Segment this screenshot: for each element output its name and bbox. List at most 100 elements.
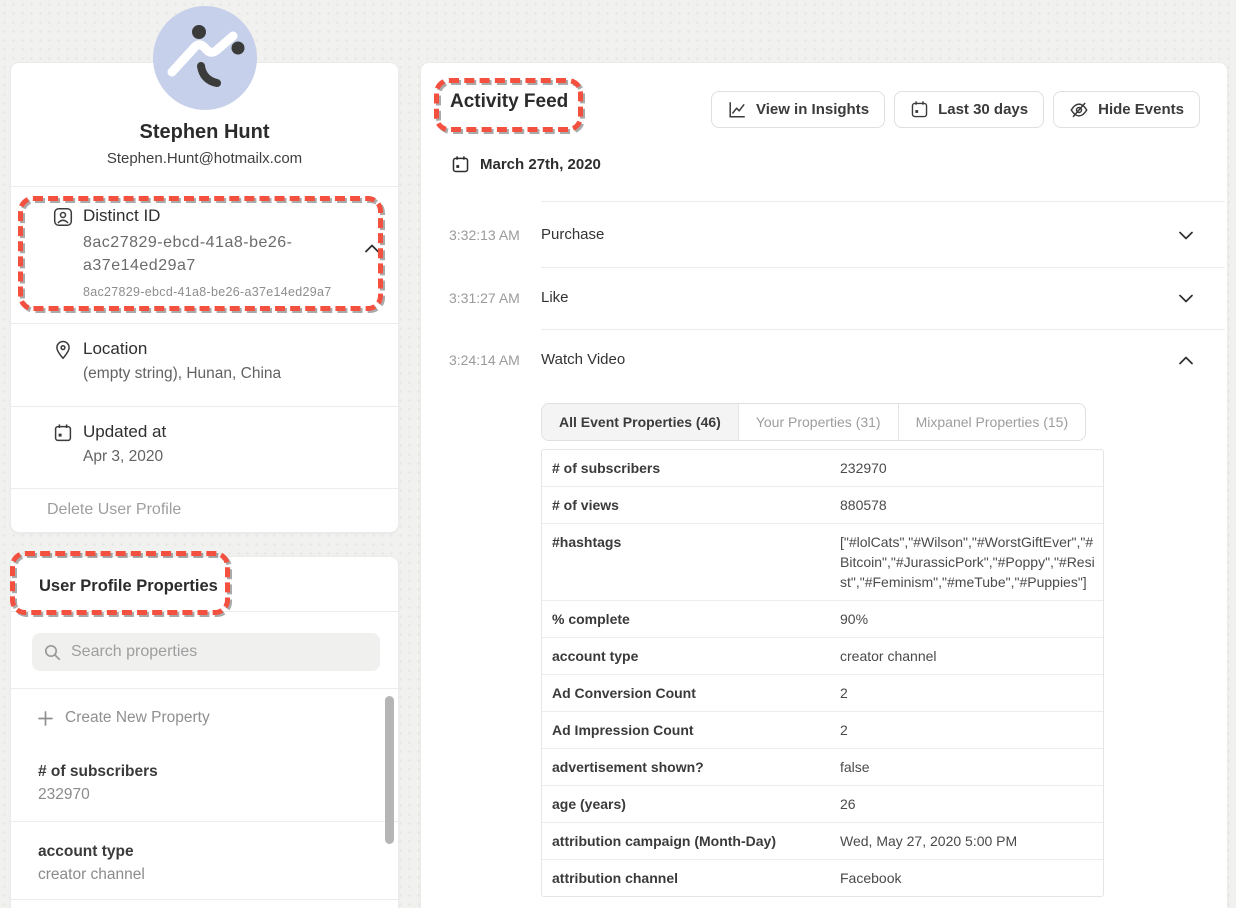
property-value: creator channel: [840, 638, 1103, 674]
properties-panel-title: User Profile Properties: [39, 577, 218, 596]
tab-mixpanel-properties[interactable]: Mixpanel Properties (15): [898, 404, 1086, 440]
calendar-icon: [451, 155, 470, 174]
chevron-down-icon[interactable]: [1179, 294, 1193, 303]
divider: [541, 329, 1225, 330]
property-name: account type: [38, 843, 134, 861]
divider: [11, 406, 398, 407]
property-value: Wed, May 27, 2020 5:00 PM: [840, 823, 1103, 859]
date-range-label: Last 30 days: [938, 101, 1028, 118]
property-name: # of subscribers: [38, 763, 158, 781]
property-value: 880578: [840, 487, 1103, 523]
activity-feed-card: Activity Feed View in Insights Last 30: [420, 62, 1228, 908]
distinct-id-badge-icon: [53, 207, 73, 227]
date-range-button[interactable]: Last 30 days: [894, 91, 1044, 128]
distinct-id-sub-value: 8ac27829-ebcd-41a8-be26-a37e14ed29a7: [83, 285, 332, 299]
event-properties-tabs: All Event Properties (46) Your Propertie…: [541, 403, 1086, 441]
property-value: ["#lolCats","#Wilson","#WorstGiftEver","…: [840, 524, 1103, 600]
scrollbar-thumb[interactable]: [385, 696, 394, 844]
table-row: attribution campaign (Month-Day) Wed, Ma…: [542, 823, 1103, 860]
property-label: # of subscribers: [542, 450, 840, 486]
tab-your-properties[interactable]: Your Properties (31): [738, 404, 898, 440]
property-value: Facebook: [840, 860, 1103, 896]
property-label: advertisement shown?: [542, 749, 840, 785]
view-in-insights-button[interactable]: View in Insights: [711, 91, 885, 128]
property-label: attribution channel: [542, 860, 840, 896]
divider: [11, 899, 398, 900]
calendar-icon: [53, 423, 73, 443]
search-properties-input[interactable]: [71, 643, 351, 661]
hide-events-label: Hide Events: [1098, 101, 1184, 118]
property-label: account type: [542, 638, 840, 674]
search-icon: [44, 644, 61, 661]
event-time: 3:31:27 AM: [449, 290, 534, 306]
table-row: #hashtags ["#lolCats","#Wilson","#WorstG…: [542, 524, 1103, 601]
create-new-property-button[interactable]: Create New Property: [38, 709, 210, 727]
property-value: false: [840, 749, 1103, 785]
plus-icon: [38, 711, 53, 726]
property-value: 232970: [38, 786, 90, 804]
property-value: 232970: [840, 450, 1103, 486]
event-name: Purchase: [541, 226, 604, 243]
location-pin-icon: [53, 340, 73, 360]
create-new-property-label: Create New Property: [65, 709, 210, 727]
property-value: creator channel: [38, 866, 145, 884]
user-profile-card: Stephen Hunt Stephen.Hunt@hotmailx.com D…: [10, 62, 399, 533]
location-value: (empty string), Hunan, China: [83, 365, 281, 383]
feed-date-header: March 27th, 2020: [451, 155, 601, 174]
property-label: #hashtags: [542, 524, 840, 600]
property-label: % complete: [542, 601, 840, 637]
table-row: # of subscribers 232970: [542, 450, 1103, 487]
table-row: % complete 90%: [542, 601, 1103, 638]
property-value: 90%: [840, 601, 1103, 637]
eye-off-icon: [1069, 100, 1089, 120]
event-time: 3:32:13 AM: [449, 227, 534, 243]
hide-events-button[interactable]: Hide Events: [1053, 91, 1200, 128]
event-name: Like: [541, 289, 569, 306]
divider: [11, 688, 398, 689]
property-value: 26: [840, 786, 1103, 822]
avatar: [153, 6, 257, 110]
tab-all-event-properties[interactable]: All Event Properties (46): [542, 404, 738, 440]
profile-email: Stephen.Hunt@hotmailx.com: [11, 150, 398, 167]
event-time: 3:24:14 AM: [449, 352, 534, 368]
table-row: Ad Impression Count 2: [542, 712, 1103, 749]
line-chart-icon: [727, 100, 747, 120]
property-value: 2: [840, 712, 1103, 748]
user-profile-properties-card: User Profile Properties Create New Prope…: [10, 556, 399, 908]
divider: [11, 323, 398, 324]
table-row: advertisement shown? false: [542, 749, 1103, 786]
updated-at-label: Updated at: [83, 422, 166, 442]
table-row: Ad Conversion Count 2: [542, 675, 1103, 712]
calendar-icon: [910, 100, 929, 119]
location-label: Location: [83, 339, 147, 359]
table-row: # of views 880578: [542, 487, 1103, 524]
divider: [541, 267, 1225, 268]
feed-toolbar: View in Insights Last 30 days: [711, 91, 1200, 128]
view-in-insights-label: View in Insights: [756, 101, 869, 118]
property-label: Ad Impression Count: [542, 712, 840, 748]
divider: [541, 201, 1225, 202]
activity-feed-title: Activity Feed: [450, 91, 568, 113]
table-row: attribution channel Facebook: [542, 860, 1103, 896]
event-name: Watch Video: [541, 351, 625, 368]
event-properties-table: # of subscribers 232970 # of views 88057…: [541, 449, 1104, 897]
search-properties-box[interactable]: [32, 633, 380, 671]
chevron-up-icon[interactable]: [1179, 356, 1193, 365]
property-label: age (years): [542, 786, 840, 822]
profile-name: Stephen Hunt: [11, 121, 398, 144]
feed-date-label: March 27th, 2020: [480, 156, 601, 173]
property-label: # of views: [542, 487, 840, 523]
divider: [11, 611, 398, 612]
divider: [11, 488, 398, 489]
delete-user-profile-button[interactable]: Delete User Profile: [47, 501, 181, 519]
distinct-id-value: 8ac27829-ebcd-41a8-be26-a37e14ed29a7: [83, 231, 333, 277]
property-value: 2: [840, 675, 1103, 711]
updated-at-value: Apr 3, 2020: [83, 448, 163, 466]
chevron-up-icon[interactable]: [365, 244, 379, 253]
property-label: Ad Conversion Count: [542, 675, 840, 711]
distinct-id-label: Distinct ID: [83, 206, 160, 226]
chevron-down-icon[interactable]: [1179, 231, 1193, 240]
table-row: account type creator channel: [542, 638, 1103, 675]
divider: [11, 186, 398, 187]
table-row: age (years) 26: [542, 786, 1103, 823]
